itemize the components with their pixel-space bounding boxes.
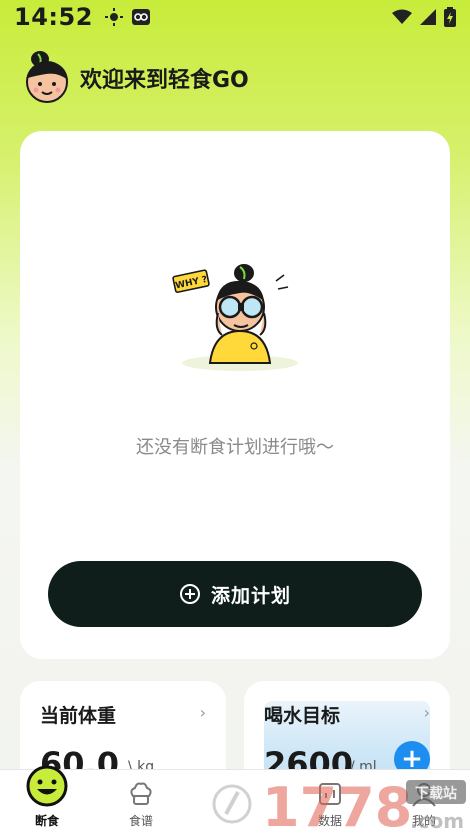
tab-recipes-label: 食谱	[128, 814, 153, 828]
water-card-title: 喝水目标	[264, 705, 341, 727]
tab-fasting-label: 断食	[34, 814, 59, 828]
add-plan-label: 添加计划	[210, 584, 291, 607]
tab-recipes[interactable]: 食谱	[111, 770, 171, 836]
empty-plan-text: 还没有断食计划进行哦～	[136, 437, 334, 458]
status-bar: 14:52	[0, 0, 470, 34]
profile-icon	[412, 783, 436, 807]
tab-data-label: 数据	[317, 814, 342, 828]
signal-icon	[420, 9, 436, 25]
chevron-right-icon: ›	[423, 703, 430, 722]
welcome-title: 欢迎来到轻食GO	[80, 68, 249, 93]
brightness-icon	[104, 8, 123, 26]
welcome-header: 欢迎来到轻食GO	[22, 50, 249, 106]
tab-profile-label: 我的	[411, 814, 436, 828]
weight-card-title: 当前体重	[40, 705, 117, 727]
battery-icon	[444, 7, 456, 27]
tab-data[interactable]: 数据	[300, 770, 360, 836]
tab-fasting[interactable]: 断食	[17, 765, 77, 836]
add-plan-button[interactable]: 添加计划	[48, 561, 422, 627]
bottom-tab-bar: 断食 食谱 数据 我的	[0, 765, 470, 836]
binocular-girl-illustration: WHY ?	[172, 264, 298, 371]
status-time: 14:52	[14, 3, 93, 31]
wifi-icon	[392, 9, 412, 24]
girl-avatar-icon	[26, 51, 68, 103]
chevron-right-icon: ›	[199, 703, 206, 722]
chef-hat-icon	[130, 782, 152, 805]
tab-profile[interactable]: 我的	[394, 770, 454, 836]
chart-icon	[319, 783, 341, 805]
fasting-plan-card: WHY ? 还没有断食计划进行哦～ 添加计划	[20, 131, 450, 659]
vpn-icon	[131, 9, 150, 25]
smile-icon	[26, 765, 68, 807]
plus-circle-icon	[179, 584, 200, 604]
